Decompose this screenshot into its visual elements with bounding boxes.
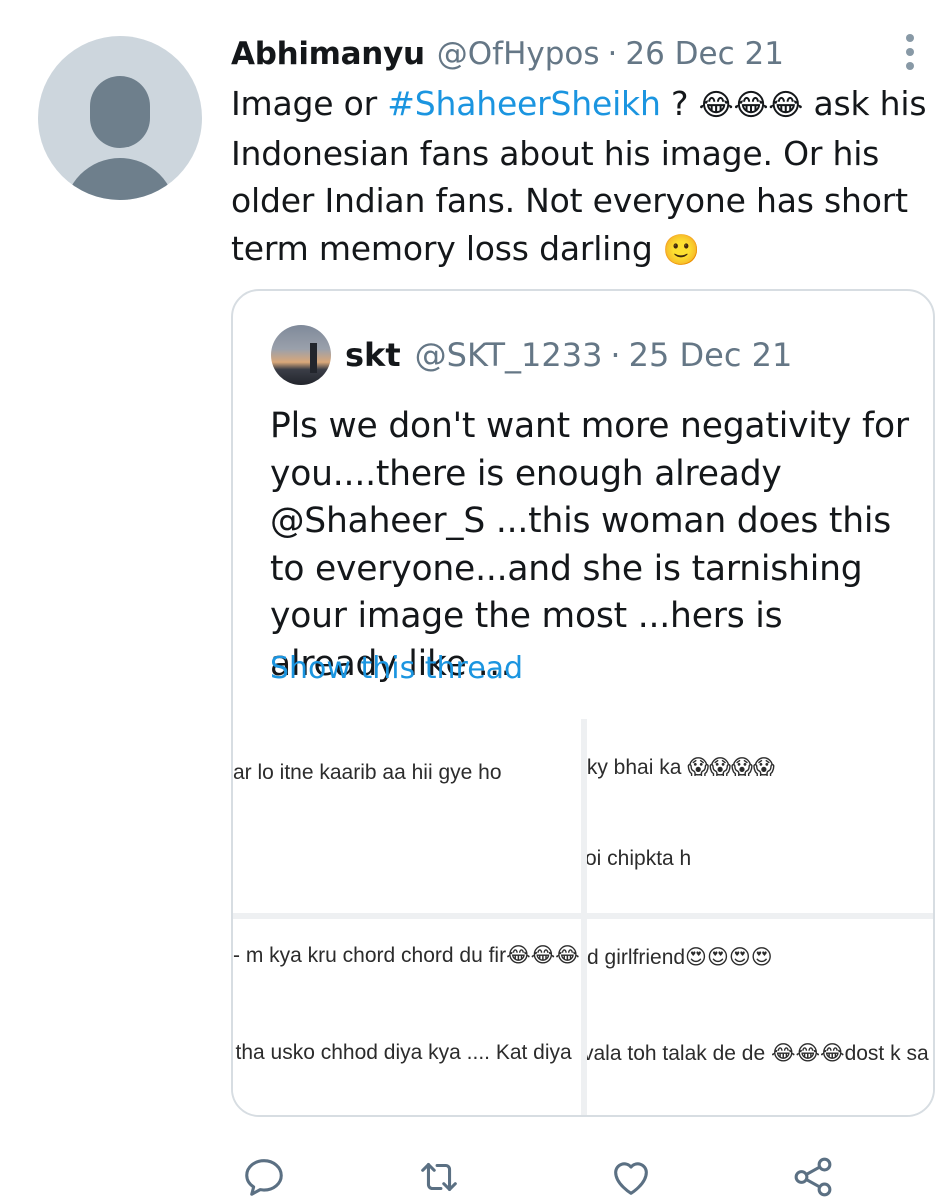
grid-divider — [233, 913, 933, 919]
tweet-text: Image or #ShaheerSheikh ? 😂😂😂 ask his In… — [231, 80, 931, 274]
more-vertical-icon[interactable] — [896, 30, 926, 74]
avatar-skyline-tower — [310, 343, 317, 373]
tweet-text-part: Image or — [231, 84, 388, 123]
quoted-tweet-card[interactable]: skt @SKT_1233 · 25 Dec 21 Pls we don't w… — [231, 289, 935, 1117]
author-name[interactable]: Abhimanyu — [231, 36, 425, 72]
quoted-image-4[interactable]: d girlfriend😍😍😍😍 vala toh talak de de 😂😂… — [587, 919, 933, 1115]
quoted-author-name[interactable]: skt — [345, 336, 401, 374]
quoted-tweet-date[interactable]: 25 Dec 21 — [629, 336, 793, 374]
quoted-author-avatar[interactable] — [271, 325, 331, 385]
quoted-author-handle[interactable]: @SKT_1233 — [415, 336, 603, 374]
image-text-line: oi chipkta h — [587, 847, 692, 870]
more-dot — [906, 34, 914, 42]
quoted-image-grid: ar lo itne kaarib aa hii gye ho :ky bhai… — [233, 719, 933, 1115]
share-icon[interactable] — [790, 1154, 836, 1200]
hashtag-link[interactable]: #ShaheerSheikh — [387, 84, 661, 123]
tweet-date[interactable]: 26 Dec 21 — [625, 36, 784, 72]
quoted-image-1[interactable]: ar lo itne kaarib aa hii gye ho — [233, 719, 581, 913]
avatar-silhouette-body — [64, 158, 176, 200]
image-text-line: d girlfriend😍😍😍😍 — [587, 946, 773, 969]
image-text-line: :ky bhai ka 😱😱😱😱 — [587, 756, 775, 779]
like-icon[interactable] — [608, 1154, 654, 1200]
tweet-header: Abhimanyu @OfHypos · 26 Dec 21 — [231, 32, 784, 76]
separator-dot: · — [607, 36, 618, 72]
quoted-tweet-header: skt @SKT_1233 · 25 Dec 21 — [345, 331, 792, 379]
quoted-image-3[interactable]: - m kya kru chord chord du fir😂😂😂 l tha … — [233, 919, 581, 1115]
author-avatar[interactable] — [38, 36, 202, 200]
smile-emoji: 🙂 — [662, 232, 701, 268]
reply-icon[interactable] — [241, 1154, 287, 1200]
more-dot — [906, 48, 914, 56]
tweet-action-bar — [0, 1140, 940, 1200]
avatar-silhouette-head — [90, 76, 150, 148]
quoted-image-2[interactable]: :ky bhai ka 😱😱😱😱 oi chipkta h — [587, 719, 933, 913]
more-dot — [906, 62, 914, 70]
author-handle[interactable]: @OfHypos — [437, 36, 600, 72]
image-text-line: - m kya kru chord chord du fir😂😂😂 — [233, 944, 580, 967]
quoted-tweet-text: Pls we don't want more negativity for yo… — [270, 406, 909, 684]
image-text-line: vala toh talak de de 😂😂😂dost k sa — [587, 1042, 929, 1065]
image-text-line: ar lo itne kaarib aa hii gye ho — [233, 761, 502, 784]
separator-dot: · — [610, 336, 621, 374]
show-thread-link[interactable]: Show this thread — [270, 651, 523, 686]
image-text-line: l tha usko chhod diya kya .... Kat diya — [233, 1041, 572, 1064]
laughing-emoji: 😂😂😂 — [698, 88, 804, 123]
tweet-text-part: ? — [660, 84, 699, 123]
retweet-icon[interactable] — [416, 1154, 462, 1200]
